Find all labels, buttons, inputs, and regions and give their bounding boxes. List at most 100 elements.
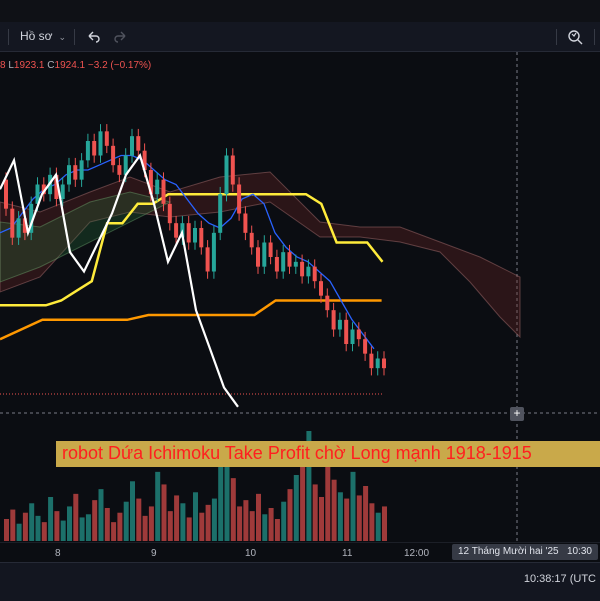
chart-toolbar: Hồ sơ ⌄ [0, 22, 600, 52]
candle [85, 141, 90, 161]
volume-bar [60, 520, 66, 541]
undo-button[interactable] [84, 28, 102, 46]
volume-bar [293, 475, 299, 541]
volume-bar [237, 506, 243, 541]
redo-button[interactable] [112, 28, 130, 46]
chart-pane[interactable] [0, 52, 600, 542]
candle [16, 218, 21, 238]
candle [186, 223, 191, 243]
banner-text: robot Dứa Ichimoku Take Profit chờ Long … [62, 443, 532, 463]
toolbar-divider [594, 29, 595, 45]
toolbar-divider [556, 29, 557, 45]
volume-bar [256, 493, 261, 541]
crosshair-date: 12 Tháng Mười hai '25 [458, 546, 559, 557]
volume-bar [22, 512, 28, 541]
ohlc-legend: 8 L1923.1 C1924.1 −3.2 (−0.17%) [0, 60, 151, 71]
top-strip [0, 0, 600, 22]
volume-bar [249, 511, 255, 541]
volume-bar [48, 497, 54, 541]
candle [174, 223, 179, 238]
toolbar-divider [74, 29, 75, 45]
volume-bar [363, 486, 369, 541]
volume-bar [300, 465, 306, 541]
candle [199, 228, 204, 248]
candle [167, 203, 172, 224]
candle [268, 242, 273, 257]
snapshot-button[interactable] [566, 28, 584, 46]
volume-bar [180, 503, 186, 541]
volume-bar [331, 479, 337, 541]
kijun-slow-line [0, 299, 382, 341]
candle [211, 232, 216, 272]
undo-icon [88, 31, 100, 43]
candle [382, 358, 386, 369]
candle [256, 247, 260, 267]
price-chart[interactable] [0, 52, 600, 542]
add-alert-button[interactable]: + [510, 407, 524, 421]
candle [117, 165, 122, 175]
volume-bar [274, 519, 280, 541]
volume-bar [268, 508, 274, 541]
candle [319, 281, 323, 296]
volume-bar [174, 495, 180, 541]
volume-bar [67, 506, 72, 541]
volume-bar [230, 478, 236, 541]
candle [136, 136, 141, 151]
volume-bar [218, 454, 224, 541]
volume-bar [199, 512, 205, 541]
volume-bar [136, 498, 142, 541]
volume-bar [92, 500, 98, 541]
volume-bar [35, 515, 41, 541]
toolbar-divider [8, 29, 9, 45]
redo-icon [114, 31, 126, 43]
volume-bar [312, 484, 318, 541]
candle [230, 155, 235, 185]
candle [344, 319, 349, 344]
volume-bar [369, 503, 375, 541]
candle [375, 358, 380, 369]
candle [337, 319, 342, 330]
candle [281, 252, 286, 272]
candle [4, 179, 8, 209]
time-axis-label: 10 [245, 548, 257, 559]
candle [312, 266, 317, 282]
volume-bar [205, 504, 211, 541]
volume-bar [148, 506, 154, 541]
candle [67, 165, 71, 185]
clock[interactable]: 10:38:17 (UTC [524, 573, 596, 585]
volume-bar [142, 515, 148, 541]
candle [293, 261, 298, 267]
candle [249, 232, 254, 248]
candle [356, 329, 361, 340]
crosshair-time-label: 12 Tháng Mười hai '25 10:30 [452, 544, 598, 560]
crosshair-time: 10:30 [566, 546, 592, 557]
volume-bar [85, 514, 91, 541]
volume-bar [29, 503, 35, 541]
volume-bar [73, 493, 79, 541]
volume-bar [350, 471, 356, 541]
volume-bar [123, 501, 129, 541]
volume-bar [325, 459, 331, 541]
volume-bar [281, 501, 287, 541]
profile-dropdown[interactable]: Hồ sơ ⌄ [20, 29, 66, 43]
candle [111, 145, 116, 166]
time-axis-label: 8 [55, 548, 61, 559]
volume-bar [4, 519, 9, 541]
volume-bar [211, 498, 217, 541]
signal-banner: robot Dứa Ichimoku Take Profit chờ Long … [56, 441, 600, 467]
time-axis-label: 9 [151, 548, 157, 559]
chevron-down-icon: ⌄ [58, 32, 67, 42]
candle [224, 155, 229, 195]
legend-close-label: C [47, 60, 55, 71]
volume-bar [41, 522, 47, 541]
candle [155, 179, 160, 195]
volume-bar [104, 508, 110, 541]
volume-bar [319, 497, 324, 541]
volume-bar [98, 489, 104, 541]
volume-bar [243, 500, 249, 541]
legend-low-value: 1923.1 [13, 60, 45, 71]
volume-bar [54, 511, 60, 541]
volume-bar [79, 517, 85, 541]
candle [325, 295, 330, 311]
volume-bar [375, 512, 381, 541]
